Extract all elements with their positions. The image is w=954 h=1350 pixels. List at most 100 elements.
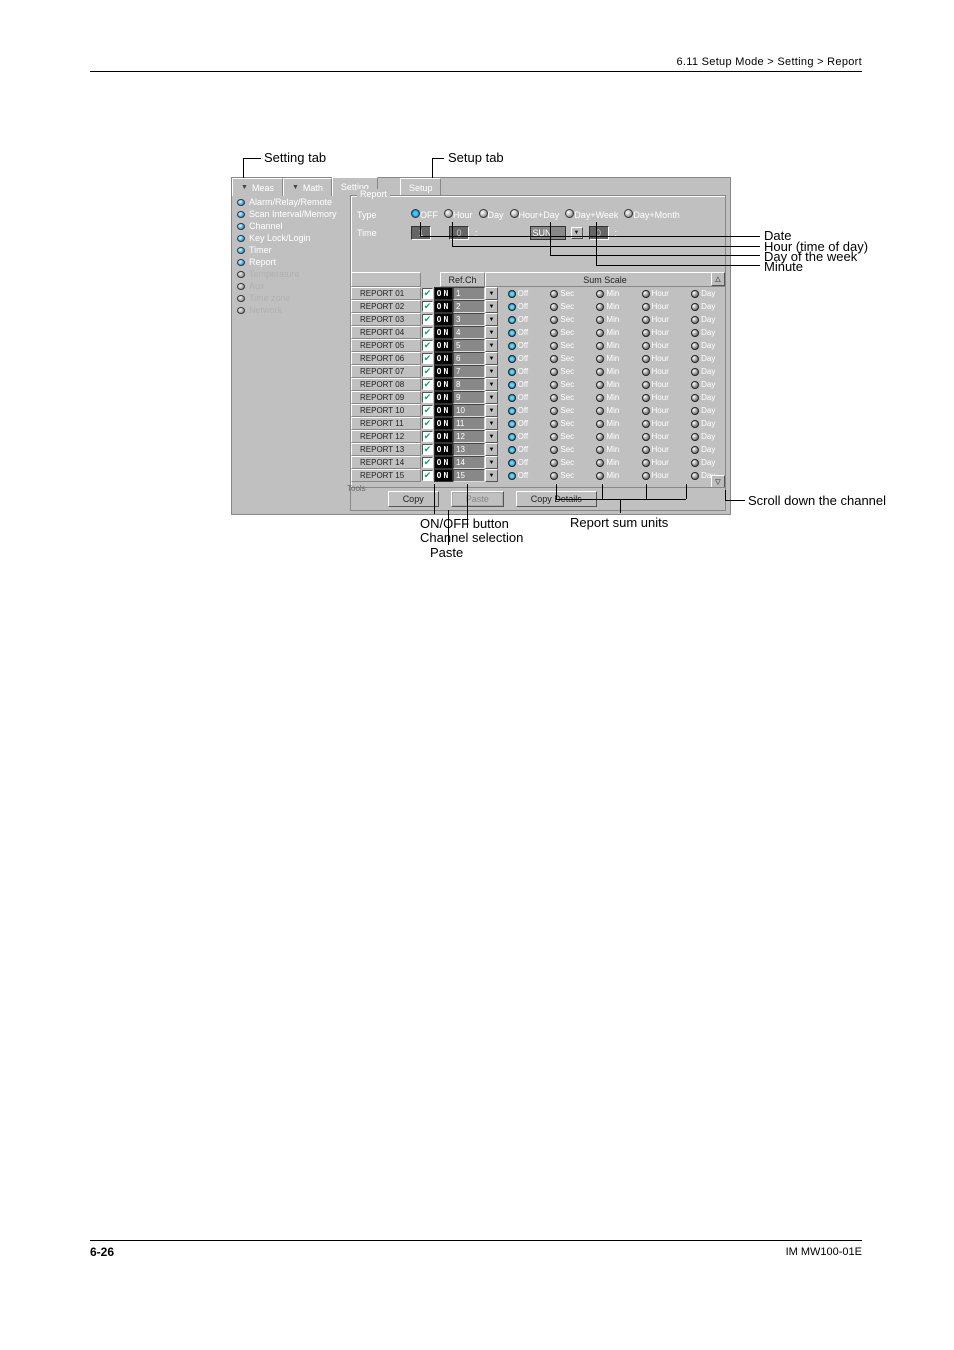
row-checkbox[interactable]: ✔ [422, 392, 433, 403]
sum-radio-sec[interactable] [550, 381, 558, 389]
sidebar-item-network[interactable]: Network [234, 304, 348, 316]
sum-radio-off[interactable] [508, 303, 516, 311]
refch-input[interactable]: 14 [453, 456, 485, 469]
sum-radio-min[interactable] [596, 459, 604, 467]
paste-button[interactable]: Paste [451, 491, 504, 507]
sum-radio-sec[interactable] [550, 459, 558, 467]
sum-radio-sec[interactable] [550, 355, 558, 363]
sidebar-item-channel[interactable]: Channel [234, 220, 348, 232]
sum-radio-min[interactable] [596, 433, 604, 441]
on-off-button[interactable]: ON [434, 443, 453, 456]
sum-radio-hour[interactable] [642, 472, 650, 480]
sidebar-item-key-lock-login[interactable]: Key Lock/Login [234, 232, 348, 244]
sum-radio-hour[interactable] [642, 433, 650, 441]
on-off-button[interactable]: ON [434, 456, 453, 469]
refch-input[interactable]: 3 [453, 313, 485, 326]
sidebar-item-temperature[interactable]: Temperature [234, 268, 348, 280]
sum-radio-day[interactable] [691, 381, 699, 389]
sum-radio-off[interactable] [508, 394, 516, 402]
sum-radio-day[interactable] [691, 459, 699, 467]
chevron-down-icon[interactable]: ▼ [485, 339, 498, 352]
refch-input[interactable]: 8 [453, 378, 485, 391]
chevron-down-icon[interactable]: ▼ [485, 417, 498, 430]
date-input[interactable]: 1 [411, 226, 431, 240]
on-off-button[interactable]: ON [434, 404, 453, 417]
on-off-button[interactable]: ON [434, 365, 453, 378]
sum-radio-hour[interactable] [642, 316, 650, 324]
sum-radio-hour[interactable] [642, 303, 650, 311]
sum-radio-hour[interactable] [642, 394, 650, 402]
sum-radio-min[interactable] [596, 316, 604, 324]
sum-radio-min[interactable] [596, 329, 604, 337]
sum-radio-sec[interactable] [550, 446, 558, 454]
sidebar-item-report[interactable]: Report [234, 256, 348, 268]
sum-radio-day[interactable] [691, 446, 699, 454]
sum-radio-hour[interactable] [642, 420, 650, 428]
on-off-button[interactable]: ON [434, 287, 453, 300]
on-off-button[interactable]: ON [434, 469, 453, 482]
refch-input[interactable]: 9 [453, 391, 485, 404]
sum-radio-off[interactable] [508, 342, 516, 350]
sidebar-item-alarm-relay-remote[interactable]: Alarm/Relay/Remote [234, 196, 348, 208]
type-radio-hour[interactable] [444, 209, 453, 218]
sum-radio-hour[interactable] [642, 329, 650, 337]
sum-radio-off[interactable] [508, 459, 516, 467]
min-input[interactable]: 0 [589, 226, 609, 240]
type-radio-hour-day[interactable] [510, 209, 519, 218]
sum-radio-off[interactable] [508, 290, 516, 298]
sum-radio-min[interactable] [596, 446, 604, 454]
refch-input[interactable]: 12 [453, 430, 485, 443]
chevron-down-icon[interactable]: ▼ [485, 300, 498, 313]
row-checkbox[interactable]: ✔ [422, 301, 433, 312]
row-checkbox[interactable]: ✔ [422, 353, 433, 364]
sum-radio-off[interactable] [508, 433, 516, 441]
refch-input[interactable]: 7 [453, 365, 485, 378]
sum-radio-sec[interactable] [550, 420, 558, 428]
sum-radio-off[interactable] [508, 316, 516, 324]
sum-radio-day[interactable] [691, 329, 699, 337]
on-off-button[interactable]: ON [434, 352, 453, 365]
sum-radio-sec[interactable] [550, 290, 558, 298]
sum-radio-hour[interactable] [642, 355, 650, 363]
sum-radio-day[interactable] [691, 420, 699, 428]
chevron-down-icon[interactable]: ▼ [485, 443, 498, 456]
sum-radio-day[interactable] [691, 394, 699, 402]
on-off-button[interactable]: ON [434, 378, 453, 391]
chevron-down-icon[interactable]: ▼ [485, 313, 498, 326]
refch-input[interactable]: 13 [453, 443, 485, 456]
chevron-down-icon[interactable]: ▼ [485, 430, 498, 443]
row-checkbox[interactable]: ✔ [422, 418, 433, 429]
on-off-button[interactable]: ON [434, 339, 453, 352]
refch-input[interactable]: 4 [453, 326, 485, 339]
sidebar-item-time-zone[interactable]: Time zone [234, 292, 348, 304]
refch-input[interactable]: 6 [453, 352, 485, 365]
sum-radio-sec[interactable] [550, 407, 558, 415]
sum-radio-sec[interactable] [550, 394, 558, 402]
refch-input[interactable]: 2 [453, 300, 485, 313]
row-checkbox[interactable]: ✔ [422, 340, 433, 351]
on-off-button[interactable]: ON [434, 300, 453, 313]
sidebar-item-timer[interactable]: Timer [234, 244, 348, 256]
row-checkbox[interactable]: ✔ [422, 470, 433, 481]
sum-radio-min[interactable] [596, 290, 604, 298]
sum-radio-off[interactable] [508, 446, 516, 454]
sum-radio-sec[interactable] [550, 472, 558, 480]
refch-input[interactable]: 1 [453, 287, 485, 300]
row-checkbox[interactable]: ✔ [422, 457, 433, 468]
on-off-button[interactable]: ON [434, 417, 453, 430]
tab-math[interactable]: ▼Math [283, 178, 332, 196]
on-off-button[interactable]: ON [434, 391, 453, 404]
row-checkbox[interactable]: ✔ [422, 379, 433, 390]
sum-radio-sec[interactable] [550, 433, 558, 441]
chevron-down-icon[interactable]: ▼ [485, 391, 498, 404]
row-checkbox[interactable]: ✔ [422, 327, 433, 338]
sum-radio-min[interactable] [596, 420, 604, 428]
row-checkbox[interactable]: ✔ [422, 405, 433, 416]
sum-radio-day[interactable] [691, 303, 699, 311]
sum-radio-min[interactable] [596, 407, 604, 415]
chevron-down-icon[interactable]: ▼ [485, 352, 498, 365]
chevron-down-icon[interactable]: ▼ [485, 365, 498, 378]
chevron-down-icon[interactable]: ▼ [485, 326, 498, 339]
sum-radio-day[interactable] [691, 316, 699, 324]
sum-radio-sec[interactable] [550, 342, 558, 350]
